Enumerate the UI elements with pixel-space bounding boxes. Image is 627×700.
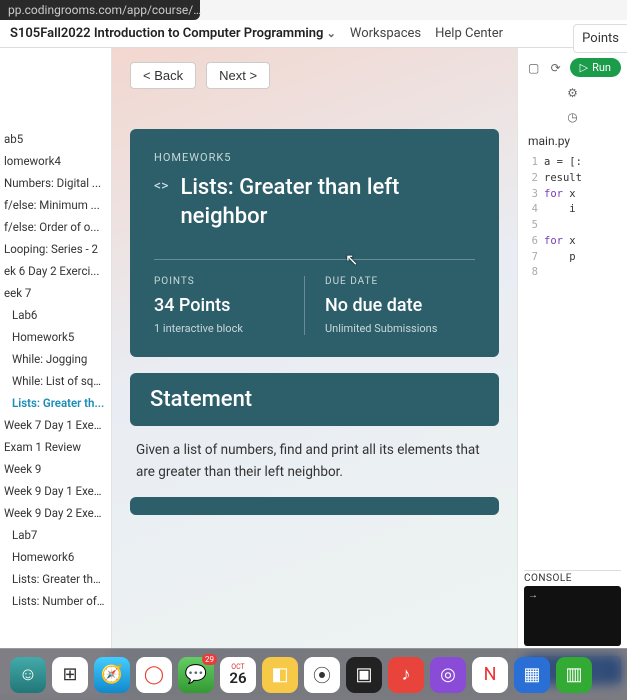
- back-button[interactable]: < Back: [130, 62, 196, 89]
- code-line[interactable]: 2result: [524, 171, 621, 187]
- calendar-icon[interactable]: OCT 26: [220, 657, 256, 693]
- sidebar-item[interactable]: Exam 1 Review: [0, 436, 111, 458]
- workspaces-link[interactable]: Workspaces: [350, 26, 421, 41]
- sidebar-item[interactable]: Week 9 Day 1 Exercis...: [0, 480, 111, 502]
- assignment-label: HOMEWORK5: [154, 151, 475, 164]
- code-line[interactable]: 1a = [:: [524, 155, 621, 171]
- points-tab[interactable]: Points: [573, 24, 627, 53]
- sidebar-item[interactable]: Lab6: [0, 304, 111, 326]
- points-sub: 1 interactive block: [154, 322, 304, 335]
- sidebar-item[interactable]: lomework4: [0, 150, 111, 172]
- app-icon-1[interactable]: ◧: [262, 657, 298, 693]
- top-bar: S105Fall2022 Introduction to Computer Pr…: [0, 20, 627, 48]
- messages-icon[interactable]: 💬29: [178, 657, 214, 693]
- sidebar: ab5lomework4Numbers: Digital ...f/else: …: [0, 48, 112, 694]
- gear-icon[interactable]: ⚙: [565, 85, 581, 101]
- code-line[interactable]: 3for x: [524, 187, 621, 203]
- refresh-icon[interactable]: ⟳: [548, 60, 564, 76]
- sidebar-item[interactable]: Homework5: [0, 326, 111, 348]
- app-icon-4[interactable]: ▦: [514, 657, 550, 693]
- music-icon[interactable]: ♪: [388, 657, 424, 693]
- assignment-title: Lists: Greater than left neighbor: [180, 174, 475, 231]
- code-line[interactable]: 8: [524, 265, 621, 281]
- code-editor[interactable]: 1a = [:2result3for x4 i56for x7 p8: [524, 155, 621, 281]
- launchpad-icon[interactable]: ⊞: [52, 657, 88, 693]
- sidebar-item[interactable]: Week 7 Day 1 Exercis...: [0, 414, 111, 436]
- sidebar-item[interactable]: f/else: Order of o...: [0, 216, 111, 238]
- file-icon[interactable]: ▢: [526, 60, 542, 76]
- console-label: CONSOLE: [524, 570, 621, 586]
- safari-icon[interactable]: 🧭: [94, 657, 130, 693]
- sidebar-item[interactable]: While: Jogging: [0, 348, 111, 370]
- sidebar-item[interactable]: Week 9 Day 2 Exerci...: [0, 502, 111, 524]
- chevron-down-icon: ⌄: [327, 27, 336, 40]
- sidebar-item[interactable]: eek 7: [0, 282, 111, 304]
- due-value: No due date: [325, 295, 475, 316]
- code-line[interactable]: 6for x: [524, 234, 621, 250]
- sidebar-item[interactable]: Lab7: [0, 524, 111, 546]
- sidebar-item[interactable]: Lists: Greater th...: [0, 392, 111, 414]
- code-line[interactable]: 4 i: [524, 202, 621, 218]
- code-line[interactable]: 5: [524, 218, 621, 234]
- sidebar-item[interactable]: Lists: Greater tha...: [0, 568, 111, 590]
- next-card-stub: [130, 497, 499, 515]
- editor-pane: ▢ ⟳ ▷ Run ⚙ ◷ main.py 1a = [:2result3for…: [517, 48, 627, 694]
- sidebar-item[interactable]: ek 6 Day 2 Exerci...: [0, 260, 111, 282]
- numbers-icon[interactable]: ▥: [556, 657, 592, 693]
- points-value: 34 Points: [154, 295, 304, 316]
- points-label: POINTS: [154, 276, 304, 287]
- podcasts-icon[interactable]: ◎: [430, 657, 466, 693]
- sidebar-item[interactable]: ab5: [0, 128, 111, 150]
- file-tab[interactable]: main.py: [524, 131, 621, 151]
- chrome-icon[interactable]: ◯: [136, 657, 172, 693]
- sidebar-item[interactable]: Lists: Number of ...: [0, 590, 111, 612]
- due-sub: Unlimited Submissions: [325, 322, 475, 335]
- run-button[interactable]: ▷ Run: [570, 58, 621, 77]
- sidebar-item[interactable]: Looping: Series - 2: [0, 238, 111, 260]
- code-icon: <>: [154, 178, 168, 194]
- due-label: DUE DATE: [325, 276, 475, 287]
- clock-icon[interactable]: ◷: [565, 109, 581, 125]
- app-icon-3[interactable]: ▣: [346, 657, 382, 693]
- sidebar-item[interactable]: Numbers: Digital ...: [0, 172, 111, 194]
- statement-body: Given a list of numbers, find and print …: [130, 426, 499, 497]
- code-line[interactable]: 7 p: [524, 250, 621, 266]
- help-link[interactable]: Help Center: [435, 26, 503, 41]
- statement-header: Statement: [130, 373, 499, 426]
- macos-dock: ☺ ⊞ 🧭 ◯ 💬29 OCT 26 ◧ ⦿ ▣ ♪ ◎ N ▦ ▥: [0, 648, 627, 700]
- news-icon[interactable]: N: [472, 657, 508, 693]
- finder-icon[interactable]: ☺: [10, 657, 46, 693]
- console-output: →: [524, 586, 621, 646]
- app-icon-2[interactable]: ⦿: [304, 657, 340, 693]
- sidebar-item[interactable]: Week 9: [0, 458, 111, 480]
- course-title[interactable]: S105Fall2022 Introduction to Computer Pr…: [10, 26, 336, 41]
- assignment-card: HOMEWORK5 <> Lists: Greater than left ne…: [130, 129, 499, 357]
- sidebar-item[interactable]: While: List of squ...: [0, 370, 111, 392]
- messages-badge: 29: [202, 654, 217, 665]
- url-bar: pp.codingrooms.com/app/course/…: [0, 0, 200, 20]
- sidebar-item[interactable]: f/else: Minimum ...: [0, 194, 111, 216]
- sidebar-item[interactable]: Homework6: [0, 546, 111, 568]
- main-content: < Back Next > HOMEWORK5 <> Lists: Greate…: [112, 48, 517, 694]
- next-button[interactable]: Next >: [206, 62, 270, 89]
